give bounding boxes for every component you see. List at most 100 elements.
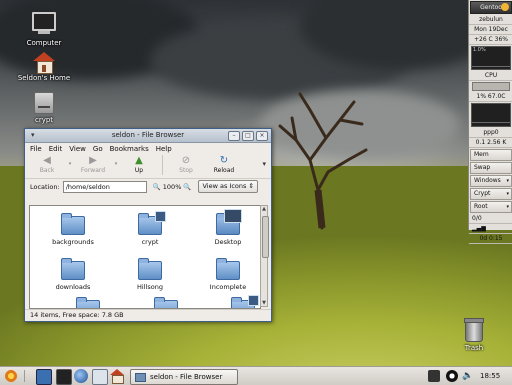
- desktop-icon-label: crypt: [34, 116, 54, 124]
- mem-button[interactable]: Mem: [470, 149, 512, 161]
- scrollbar-thumb[interactable]: [262, 216, 269, 258]
- zoom-in-icon[interactable]: 🔍: [183, 183, 191, 191]
- folder-icon[interactable]: [76, 297, 100, 308]
- up-label: Up: [134, 167, 144, 174]
- hostname: zebulun: [469, 15, 512, 25]
- file-item[interactable]: Incomplete: [198, 258, 258, 291]
- forward-label: Forward: [80, 167, 106, 174]
- root-button[interactable]: Root ▾: [470, 201, 512, 213]
- file-name: Desktop: [214, 238, 242, 246]
- desktop-icon-computer[interactable]: Computer: [8, 12, 80, 47]
- graph-line: [472, 122, 510, 123]
- mail-icon[interactable]: [92, 369, 108, 385]
- file-item[interactable]: backgrounds: [43, 213, 103, 246]
- file-name: backgrounds: [52, 238, 94, 246]
- location-input[interactable]: /home/seldon: [62, 180, 147, 193]
- back-arrow-icon: ◀: [43, 155, 51, 166]
- cpu-label: CPU: [469, 71, 512, 81]
- up-button[interactable]: ▲ Up: [120, 154, 158, 174]
- folder-icon: [138, 211, 166, 235]
- uptime: 0d 0:15: [469, 234, 512, 244]
- file-name: downloads: [55, 283, 91, 291]
- signal-icon: ▂▄▆: [469, 224, 512, 234]
- terminal-icon[interactable]: [56, 369, 72, 385]
- vertical-scrollbar[interactable]: ▲ ▼: [260, 205, 269, 307]
- folder-icon: [138, 258, 162, 280]
- taskbar-button-file-browser[interactable]: seldon - File Browser: [130, 369, 238, 385]
- back-history-dropdown[interactable]: ▾: [66, 154, 74, 167]
- file-item[interactable]: Hillsong: [120, 258, 180, 291]
- forward-history-dropdown[interactable]: ▾: [112, 154, 120, 167]
- up-arrow-icon: ▲: [135, 155, 143, 166]
- file-item[interactable]: Desktop: [198, 209, 258, 246]
- folder-icon: [216, 209, 242, 235]
- menu-bookmarks[interactable]: Bookmarks: [110, 145, 149, 153]
- show-desktop-icon[interactable]: [36, 369, 52, 385]
- tray-app-icon[interactable]: [446, 370, 458, 382]
- menu-file[interactable]: File: [30, 145, 42, 153]
- desktop-icon-trash[interactable]: Trash: [438, 318, 510, 352]
- home-icon: [33, 52, 55, 74]
- counters: 0/0: [469, 214, 512, 224]
- reload-button[interactable]: ↻ Reload: [205, 154, 243, 174]
- folder-icon[interactable]: [231, 295, 259, 308]
- scroll-down-icon[interactable]: ▼: [261, 300, 267, 306]
- desktop-icon-label: Seldon's Home: [17, 74, 71, 82]
- bare-tree: [278, 92, 368, 230]
- reload-label: Reload: [213, 167, 235, 174]
- file-name: crypt: [141, 238, 159, 246]
- zoom-control: 🔍 100% 🔍: [153, 183, 192, 191]
- cpu-graph-label: 1.0%: [473, 47, 486, 53]
- desktop-icon-crypt[interactable]: crypt: [8, 92, 80, 124]
- location-bar: Location: /home/seldon 🔍 100% 🔍 View as …: [25, 179, 271, 194]
- forward-button[interactable]: ▶ Forward: [74, 154, 112, 174]
- crypt-button[interactable]: Crypt ▾: [470, 188, 512, 200]
- menu-go[interactable]: Go: [93, 145, 103, 153]
- close-button[interactable]: ×: [256, 131, 268, 141]
- menu-view[interactable]: View: [69, 145, 86, 153]
- view-mode-select[interactable]: View as Icons ⇕: [198, 180, 258, 193]
- scroll-up-icon[interactable]: ▲: [261, 206, 267, 212]
- zoom-out-icon[interactable]: 🔍: [153, 183, 161, 191]
- menu-edit[interactable]: Edit: [49, 145, 63, 153]
- main-menu-icon[interactable]: [4, 369, 18, 383]
- desktop-emblem-icon: [224, 209, 242, 223]
- drive-icon: [34, 92, 54, 114]
- weather-sun-icon: [501, 3, 509, 11]
- folder-icon: [61, 213, 85, 235]
- swap-label: Swap: [474, 164, 491, 171]
- clock[interactable]: 18:55: [480, 367, 500, 385]
- net-rates: 0.1 2.56 K: [469, 138, 512, 148]
- net-interface: ppp0: [469, 128, 512, 138]
- window-titlebar[interactable]: ▾ seldon - File Browser – □ ×: [25, 129, 271, 143]
- date: Mon 19Dec: [469, 25, 512, 35]
- file-item[interactable]: crypt: [120, 211, 180, 246]
- menu-help[interactable]: Help: [156, 145, 172, 153]
- folder-icon[interactable]: [154, 297, 178, 308]
- weather: +26 C 36%: [469, 35, 512, 45]
- stop-button[interactable]: ⊘ Stop: [167, 154, 205, 174]
- windows-button[interactable]: Windows ▾: [470, 175, 512, 187]
- zoom-level[interactable]: 100%: [163, 183, 182, 191]
- desktop-icon-home[interactable]: Seldon's Home: [8, 52, 80, 82]
- status-bar: 14 items, Free space: 7.8 GB: [25, 309, 271, 321]
- volume-icon[interactable]: 🔈: [462, 370, 474, 382]
- location-label: Location:: [30, 182, 60, 191]
- graph-line: [472, 66, 510, 67]
- back-button[interactable]: ◀ Back: [28, 154, 66, 174]
- file-item[interactable]: downloads: [43, 258, 103, 291]
- home-folder-icon[interactable]: [110, 369, 124, 384]
- toolbar-separator: [162, 155, 163, 175]
- minimize-button[interactable]: –: [228, 131, 240, 141]
- toolbar-overflow-chevron-icon[interactable]: ▾: [262, 160, 266, 168]
- maximize-button[interactable]: □: [242, 131, 254, 141]
- file-icon-view[interactable]: backgrounds crypt Desktop downloads Hill…: [29, 205, 261, 309]
- tray-monitor-icon[interactable]: [428, 370, 440, 382]
- chevron-down-icon: ▾: [506, 178, 509, 184]
- file-name: Hillsong: [137, 283, 163, 291]
- system-monitor-panel: Gentoo zebulun Mon 19Dec +26 C 36% 1.0% …: [468, 0, 512, 244]
- menubar: File Edit View Go Bookmarks Help: [25, 143, 271, 154]
- browser-globe-icon[interactable]: [74, 369, 88, 383]
- back-label: Back: [39, 167, 55, 174]
- swap-button[interactable]: Swap: [470, 162, 512, 174]
